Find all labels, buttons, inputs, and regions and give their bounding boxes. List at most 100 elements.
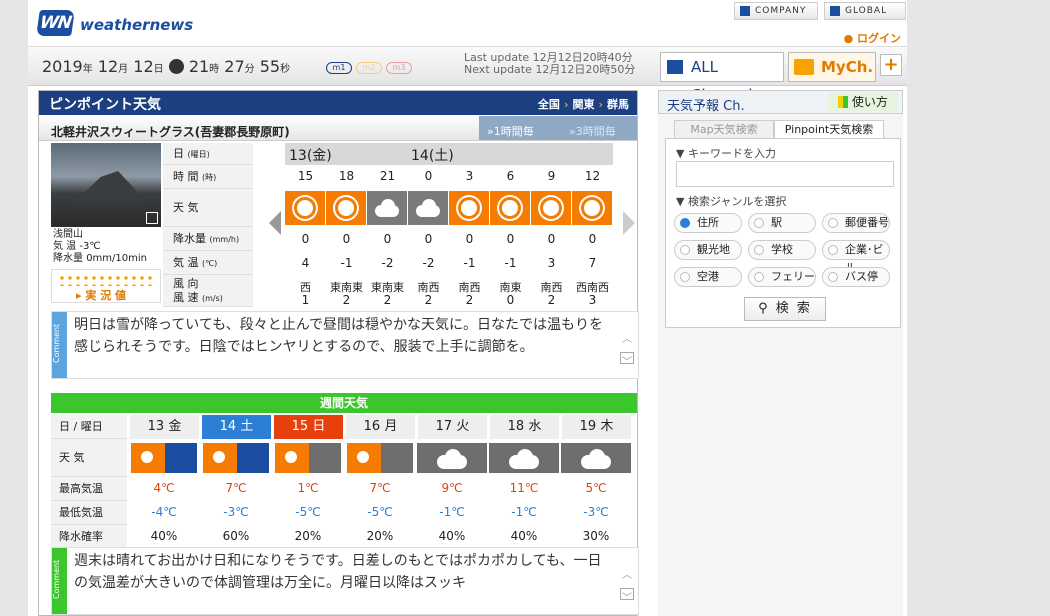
logo-text[interactable]: weathernews [80, 16, 193, 34]
max-temp-cell: 9℃ [441, 481, 463, 495]
breadcrumb-gunma[interactable]: 群馬 [607, 98, 629, 111]
genre-radio[interactable]: 観光地 [674, 240, 742, 260]
sun-icon [531, 191, 571, 225]
rain-cell: 0 [506, 232, 515, 246]
company-link[interactable]: COMPANY [734, 2, 818, 20]
weekly-day: 19 木 [561, 415, 631, 439]
weekly-scroll-down-icon[interactable]: ﹀ [620, 588, 634, 604]
pinpoint-weather-panel: ピンポイント天気 全国 › 関東 › 群馬 北軽井沢スウィートグラス(吾妻郡長野原町) … [38, 90, 639, 616]
genre-radio[interactable]: フェリー [748, 267, 816, 287]
temp-cell: 3 [547, 256, 556, 270]
sun-icon [203, 443, 237, 473]
search-button[interactable]: ⚲ 検 索 [744, 297, 826, 321]
m3-toggle[interactable]: m3 [386, 62, 412, 74]
panel-header: ピンポイント天気 全国 › 関東 › 群馬 [39, 91, 637, 115]
next-arrow-icon[interactable] [623, 211, 635, 235]
wind-speed-cell: 3 [588, 293, 597, 307]
tab-map-search[interactable]: Map天気検索 [674, 120, 774, 140]
genre-radio[interactable]: 空港 [674, 267, 742, 287]
tab-pinpoint-search[interactable]: Pinpoint天気検索 [774, 120, 884, 140]
genre-radio[interactable]: 住所 [674, 213, 742, 233]
temp-cell: 4 [301, 256, 310, 270]
weekly-weather-icon [201, 441, 271, 475]
panel-title: ピンポイント天気 [49, 97, 161, 113]
pinpoint-comment: Comment 明日は雪が降っていても、段々と止んで昼間は穏やかな天気に。日なた… [51, 311, 639, 379]
scroll-up-icon[interactable]: ︿ [620, 330, 634, 345]
weekly-day: 18 水 [489, 415, 559, 439]
weekly-comment: Comment 週末は晴れてお出かけ日和になりそうです。日差しのもとではポカポカ… [51, 547, 639, 615]
genre-radio[interactable]: 学校 [748, 240, 816, 260]
global-link[interactable]: GLOBAL [824, 2, 906, 20]
observation-button[interactable]: ▸ 実 況 値 [51, 269, 161, 303]
radio-icon [754, 272, 764, 282]
help-button[interactable]: 使い方 [828, 93, 898, 111]
live-camera-photo[interactable] [51, 143, 161, 227]
weekly-title: 週間天気 [51, 393, 637, 413]
genre-radio[interactable]: 郵便番号 [822, 213, 890, 233]
keyword-input[interactable] [676, 161, 894, 187]
update-info: Last update 12月12日20時40分 Next update 12月1… [464, 52, 635, 76]
top-header: WN weathernews COMPANY GLOBAL ● ログイン [28, 0, 907, 46]
genre-radio[interactable]: 企業･ビル [822, 240, 890, 274]
row-temp-label: 気 温 (℃) [163, 251, 253, 275]
mych-button[interactable]: MyCh. [788, 52, 876, 82]
weathernews-logo[interactable]: WN [36, 10, 75, 36]
genre-radio[interactable]: バス停 [822, 267, 890, 287]
photo-caption: 浅間山 [53, 229, 83, 240]
radio-icon [680, 272, 690, 282]
temp-cell: -2 [381, 256, 394, 270]
mych-label: MyCh. [821, 58, 874, 76]
minute: 27 [224, 57, 245, 76]
cloud-icon [309, 443, 341, 473]
second: 55 [259, 57, 281, 76]
all-channel-button[interactable]: ALL Channel [660, 52, 784, 104]
m2-toggle[interactable]: m2 [356, 62, 382, 74]
wind-speed-cell: 0 [506, 293, 515, 307]
weekly-scroll-up-icon[interactable]: ︿ [620, 566, 634, 581]
prev-arrow-icon[interactable] [269, 211, 281, 235]
day-14: 14(土) [411, 148, 454, 164]
temp-label: 気 温 [53, 241, 77, 252]
add-channel-button[interactable]: + [880, 54, 902, 76]
next-update: Next update 12月12日20時50分 [464, 63, 636, 76]
hour-cell: 15 [297, 169, 314, 183]
genre-label: 観光地 [697, 243, 730, 256]
scroll-down-icon[interactable]: ﹀ [620, 352, 634, 368]
rain-cell: 0 [424, 232, 433, 246]
wind-speed-cell: 2 [465, 293, 474, 307]
cloud-icon [489, 443, 559, 473]
genre-radio[interactable]: 駅 [748, 213, 816, 233]
sun-icon [347, 443, 381, 473]
sun-icon [490, 191, 530, 225]
breadcrumb-kanto[interactable]: 関東 [572, 98, 594, 111]
company-label: COMPANY [755, 6, 807, 16]
m1-toggle[interactable]: m1 [326, 62, 352, 74]
rain-chance-cell: 60% [222, 529, 250, 543]
obs-label: ▸ 実 況 値 [76, 289, 127, 302]
breadcrumb-national[interactable]: 全国 [538, 98, 560, 111]
min-temp-cell: -1℃ [511, 505, 537, 519]
mountain-shape [76, 171, 146, 201]
weekly-weather-icon [273, 441, 343, 475]
hour-cell: 12 [584, 169, 601, 183]
wind-speed-cell: 2 [424, 293, 433, 307]
genre-label: 駅 [771, 216, 782, 229]
min-temp-cell: -3℃ [223, 505, 249, 519]
step-3h-text: »3時間毎 [569, 125, 616, 138]
search-label: 検 索 [775, 301, 812, 316]
current-precip: 0mm/10min [86, 253, 147, 264]
weekly-day: 14 土 [201, 415, 271, 439]
temp-cell: 7 [588, 256, 597, 270]
radio-icon [754, 218, 764, 228]
weekly-day: 17 火 [417, 415, 487, 439]
rain-chance-cell: 30% [582, 529, 610, 543]
weekly-weather-icon [345, 441, 415, 475]
dropdown-icon [667, 60, 683, 74]
rain-chance-cell: 40% [438, 529, 466, 543]
temp-cell: -1 [504, 256, 517, 270]
zoom-icon[interactable] [146, 212, 158, 224]
rain-cell: 0 [465, 232, 474, 246]
login-link[interactable]: ● ログイン [844, 30, 901, 46]
rain-cell: 0 [547, 232, 556, 246]
cloud-icon [408, 191, 448, 225]
